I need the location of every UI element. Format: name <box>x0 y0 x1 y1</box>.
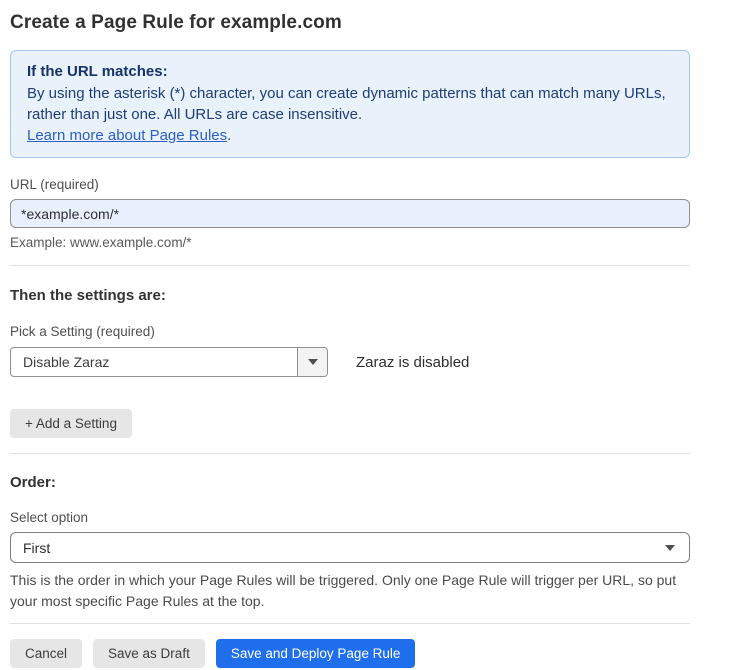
info-box-body: By using the asterisk (*) character, you… <box>27 83 673 125</box>
page-rule-form: Create a Page Rule for example.com If th… <box>10 0 690 668</box>
order-help-text: This is the order in which your Page Rul… <box>10 570 682 612</box>
chevron-down-icon <box>665 545 675 551</box>
add-setting-button[interactable]: + Add a Setting <box>10 409 132 438</box>
divider <box>10 623 690 624</box>
chevron-down-icon <box>308 359 318 365</box>
form-actions: Cancel Save as Draft Save and Deploy Pag… <box>10 639 690 668</box>
page-title: Create a Page Rule for example.com <box>10 12 690 34</box>
setting-status-text: Zaraz is disabled <box>356 354 469 371</box>
order-select-value: First <box>23 540 50 556</box>
divider <box>10 265 690 266</box>
cancel-button[interactable]: Cancel <box>10 639 82 668</box>
info-box-link-line: Learn more about Page Rules. <box>27 125 673 146</box>
order-select-label: Select option <box>10 510 690 525</box>
save-draft-button[interactable]: Save as Draft <box>93 639 205 668</box>
info-box-heading: If the URL matches: <box>27 61 673 82</box>
settings-heading: Then the settings are: <box>10 287 690 304</box>
link-suffix: . <box>227 127 231 144</box>
setting-select-arrow-button[interactable] <box>297 348 327 376</box>
url-label: URL (required) <box>10 177 690 192</box>
url-example-text: Example: www.example.com/* <box>10 235 690 250</box>
url-input[interactable] <box>10 199 690 228</box>
setting-picker-label: Pick a Setting (required) <box>10 324 690 339</box>
setting-select-value: Disable Zaraz <box>11 348 297 376</box>
save-deploy-button[interactable]: Save and Deploy Page Rule <box>216 639 416 668</box>
divider <box>10 453 690 454</box>
info-box: If the URL matches: By using the asteris… <box>10 50 690 158</box>
setting-select[interactable]: Disable Zaraz <box>10 347 328 377</box>
order-select[interactable]: First <box>10 532 690 563</box>
order-heading: Order: <box>10 474 690 491</box>
learn-more-link[interactable]: Learn more about Page Rules <box>27 127 227 144</box>
setting-row: Disable Zaraz Zaraz is disabled <box>10 347 690 377</box>
